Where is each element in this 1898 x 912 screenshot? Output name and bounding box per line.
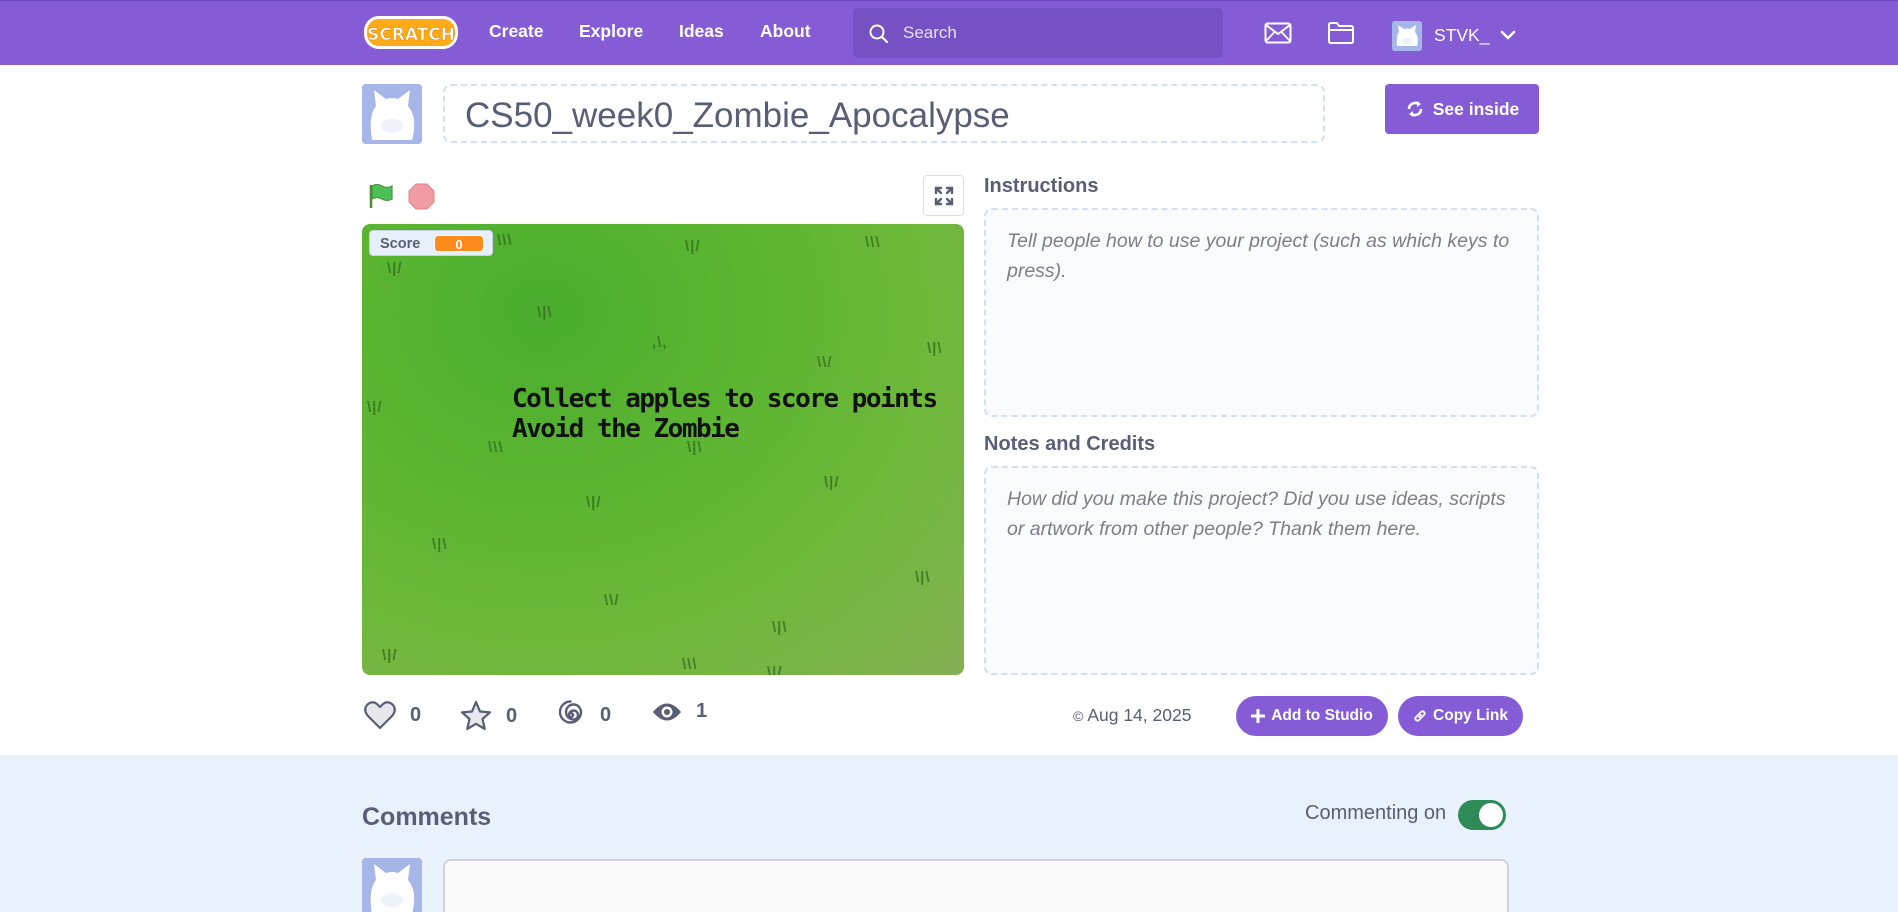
heart-icon [364,701,396,730]
nav-create-link[interactable]: Create [489,21,543,42]
grass-tuft: \|\ [432,536,448,553]
instructions-field[interactable]: Tell people how to use your project (suc… [984,208,1539,417]
grass-tuft: \|\ [915,569,931,586]
remix-count: 0 [600,703,612,726]
project-title-field[interactable]: CS50_week0_Zombie_Apocalypse [443,84,1325,143]
svg-text:SCRATCH: SCRATCH [367,25,455,45]
search-icon [869,24,889,44]
grass-tuft: \\\ [682,656,698,673]
view-stat: 1 [652,700,707,723]
scratch-logo[interactable]: SCRATCH [362,13,460,51]
add-to-studio-label: Add to Studio [1271,707,1373,724]
favorite-stat[interactable]: 0 [460,700,517,732]
share-date: © Aug 14, 2025 [1073,705,1191,726]
search-bar[interactable] [853,8,1223,58]
grass-tuft: \|/ [382,647,398,664]
green-flag-icon[interactable] [367,182,395,215]
star-icon [460,700,492,731]
stage-instructions-text: Collect apples to score points Avoid the… [512,384,938,444]
see-inside-label: See inside [1432,98,1520,119]
fullscreen-icon [934,186,953,205]
grass-tuft: \|/ [586,494,602,511]
comment-input[interactable] [443,859,1509,912]
nav-ideas-link[interactable]: Ideas [679,21,724,42]
top-navbar: SCRATCH Create Explore Ideas About STVK_ [0,0,1898,65]
remix-spiral-icon [558,700,583,724]
chevron-down-icon[interactable] [1500,28,1516,46]
username-label[interactable]: STVK_ [1434,25,1489,46]
search-input[interactable] [903,18,1203,48]
stage-text-line1: Collect apples to score points [512,384,938,414]
remix-stat: 0 [556,700,611,730]
grass-tuft: ,\, [652,334,668,351]
comments-title: Comments [362,803,492,831]
share-date-text: Aug 14, 2025 [1087,705,1192,725]
grass-tuft: \|\ [772,619,788,636]
add-to-studio-button[interactable]: Add to Studio [1236,696,1388,736]
grass-tuft: \\\ [488,439,504,456]
stop-sign-icon[interactable] [408,183,435,215]
favorite-count: 0 [506,704,518,727]
copyright-icon: © [1073,707,1084,724]
grass-tuft: \|/ [367,399,383,416]
project-title[interactable]: CS50_week0_Zombie_Apocalypse [465,96,1010,136]
commenting-toggle-label: Commenting on [1305,802,1447,824]
copy-link-button[interactable]: Copy Link [1398,696,1523,736]
love-stat[interactable]: 0 [364,700,421,730]
instructions-label: Instructions [984,175,1099,197]
grass-tuft: \\/ [604,592,620,609]
plus-icon [1251,709,1266,723]
nav-explore-link[interactable]: Explore [579,21,643,42]
score-monitor: Score 0 [369,230,493,256]
stage-text-line2: Avoid the Zombie [512,414,740,444]
project-owner-avatar[interactable] [362,84,422,144]
user-avatar[interactable] [1392,21,1422,51]
score-value: 0 [434,235,484,252]
eye-icon [653,703,681,720]
grass-tuft: \|/ [685,238,701,255]
view-count: 1 [696,700,708,722]
score-label: Score [380,236,421,252]
love-count: 0 [410,703,422,726]
grass-tuft: \\\ [497,232,513,249]
notes-credits-label: Notes and Credits [984,433,1156,455]
grass-tuft: \|\ [537,304,553,321]
grass-tuft: \|/ [824,474,840,491]
grass-tuft: \|/ [387,260,403,277]
fullscreen-button[interactable] [923,175,964,216]
grass-tuft: \|/ [767,664,783,675]
my-stuff-icon[interactable] [1327,21,1355,50]
notes-credits-field[interactable]: How did you make this project? Did you u… [984,466,1539,675]
grass-tuft: \\\ [865,234,881,251]
grass-tuft: \|\ [927,340,943,357]
instructions-placeholder: Tell people how to use your project (suc… [1007,230,1510,282]
commenting-toggle[interactable] [1458,800,1506,830]
grass-tuft: \\/ [817,354,833,371]
messages-icon[interactable] [1264,22,1292,49]
see-inside-button[interactable]: See inside [1385,84,1539,134]
link-icon [1414,710,1426,722]
copy-link-label: Copy Link [1433,707,1508,724]
commenter-avatar [362,858,422,912]
project-stage[interactable]: \\\ \|/ \\\ \|/ \|\ ,\, \\/ \|\ \|/ \\\ … [362,224,964,675]
remix-arrows-icon [1407,101,1423,117]
notes-credits-placeholder: How did you make this project? Did you u… [1007,488,1506,540]
nav-about-link[interactable]: About [760,21,811,42]
